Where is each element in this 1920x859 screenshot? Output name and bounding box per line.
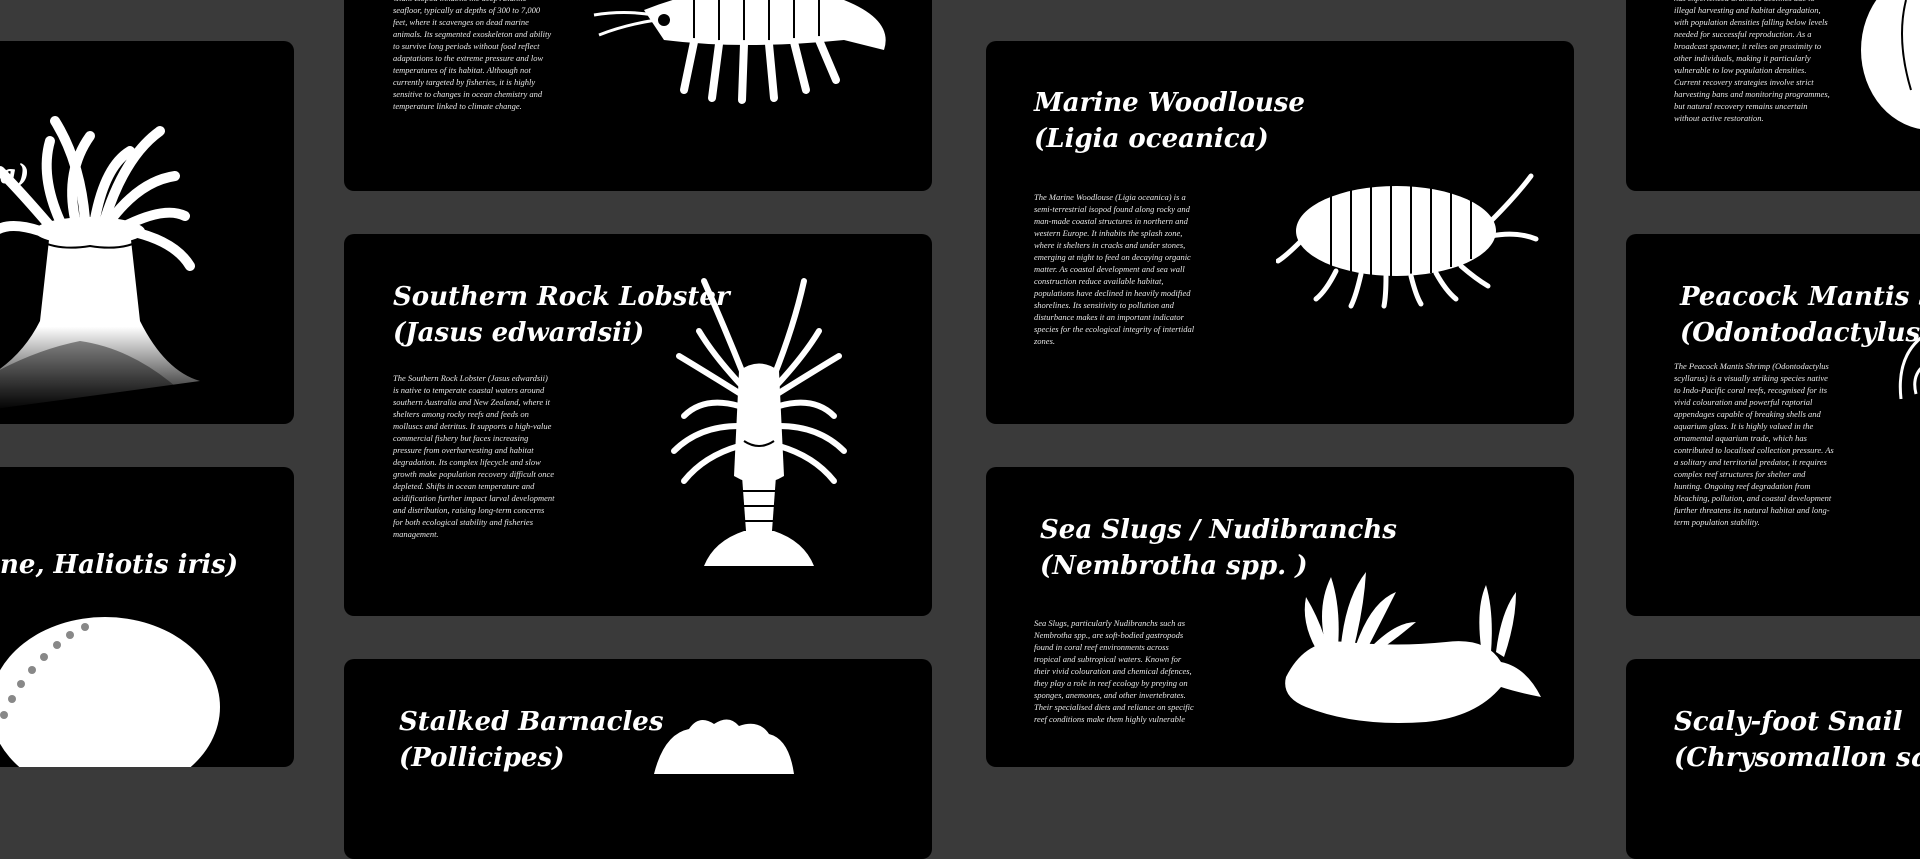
nudibranch-illustration: [1276, 567, 1546, 727]
giant-isopod-illustration: [584, 0, 904, 110]
paua-card[interactable]: ne, Haliotis iris): [0, 467, 294, 767]
stalked-barnacles-card[interactable]: Stalked Barnacles (Pollicipes): [344, 659, 932, 859]
title-line: Sea Slugs / Nudibranchs: [1040, 515, 1397, 545]
scaly-foot-snail-card[interactable]: Scaly-foot Snail (Chrysomallon squamifer…: [1626, 659, 1920, 859]
title-line: (Chrysomallon squamiferum): [1674, 743, 1920, 773]
marine-woodlouse-card[interactable]: Marine Woodlouse (Ligia oceanica) The Ma…: [986, 41, 1574, 424]
card-description: The Peacock Mantis Shrimp (Odontodactylu…: [1674, 361, 1834, 527]
card-description: The Southern Rock Lobster (Jasus edwards…: [393, 373, 555, 539]
shell-illustration: [1851, 0, 1920, 140]
sea-slugs-card[interactable]: Sea Slugs / Nudibranchs (Nembrotha spp. …: [986, 467, 1574, 767]
title-line: (Ligia oceanica): [1034, 124, 1269, 154]
southern-rock-lobster-card[interactable]: Southern Rock Lobster (Jasus edwardsii) …: [344, 234, 932, 616]
title-line: (Pollicipes): [399, 743, 565, 773]
abalone-shell-illustration: [0, 607, 220, 767]
card-description: Giant Isopod inhabits the deep Atlantic …: [393, 0, 552, 111]
title-line: Peacock Mantis Shrimp: [1680, 282, 1920, 312]
card-description: has experienced dramatic declines due to…: [1674, 0, 1830, 123]
rock-lobster-illustration: [644, 276, 874, 576]
title-line: (Odontodactylus scyllarus): [1680, 318, 1920, 348]
giant-isopod-card[interactable]: Giant Isopod inhabits the deep Atlantic …: [344, 0, 932, 191]
sea-anemone-illustration: [0, 81, 240, 424]
title-line: Stalked Barnacles: [399, 707, 664, 737]
woodlouse-illustration: [1276, 161, 1541, 311]
gallery-page: { "cards": { "anemone": { "title_line2":…: [0, 0, 1920, 859]
card-description: The Marine Woodlouse (Ligia oceanica) is…: [1034, 192, 1195, 346]
card-title: Stalked Barnacles (Pollicipes): [399, 704, 663, 776]
title-line: Scaly-foot Snail: [1674, 707, 1903, 737]
barnacles-illustration: [644, 714, 804, 774]
card-title: Scaly-foot Snail (Chrysomallon squamifer…: [1674, 704, 1920, 776]
title-line: Marine Woodlouse: [1034, 88, 1305, 118]
abalone-info-card[interactable]: has experienced dramatic declines due to…: [1626, 0, 1920, 191]
peacock-mantis-shrimp-card[interactable]: Peacock Mantis Shrimp (Odontodactylus sc…: [1626, 234, 1920, 616]
card-description: Sea Slugs, particularly Nudibranchs such…: [1034, 618, 1194, 724]
card-title: Marine Woodlouse (Ligia oceanica): [1034, 85, 1305, 157]
mantis-shrimp-illustration: [1886, 324, 1920, 404]
title-line: ne, Haliotis iris): [0, 550, 239, 580]
anemone-card[interactable]: a): [0, 41, 294, 424]
card-title: ne, Haliotis iris): [0, 547, 238, 583]
card-title: Peacock Mantis Shrimp (Odontodactylus sc…: [1680, 279, 1920, 351]
